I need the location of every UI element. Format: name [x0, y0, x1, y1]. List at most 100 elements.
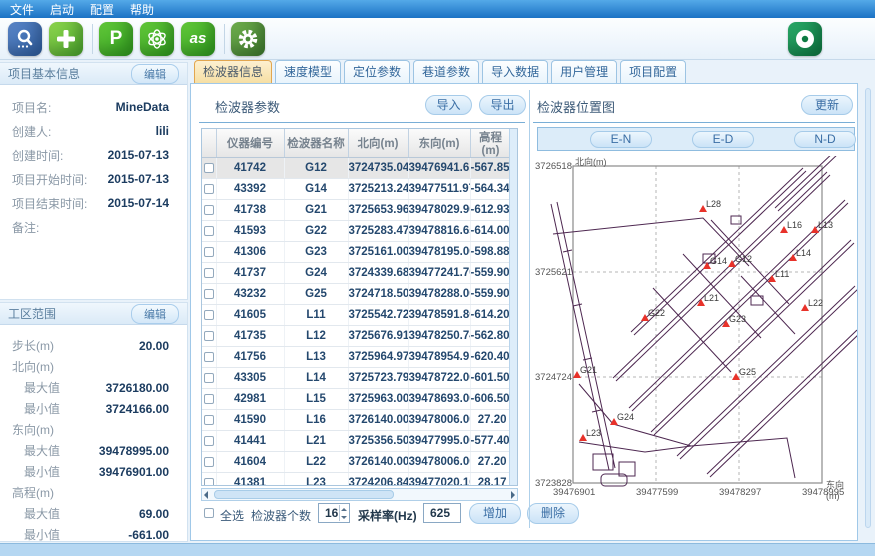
table-row[interactable]: 43392G143725213.2439477511.97-564.34 [202, 179, 511, 200]
field-value: lili [156, 124, 169, 138]
view-button-E-N[interactable]: E-N [590, 131, 652, 148]
table-row[interactable]: 41604L223726140.0039478006.0027.20 [202, 452, 511, 473]
tab-项目配置[interactable]: 项目配置 [620, 60, 686, 83]
detector-marker-label: G21 [580, 365, 597, 375]
table-cell: 41590 [216, 410, 284, 431]
y-tick-label: 3725621 [535, 267, 570, 278]
window-scrollbar[interactable] [865, 88, 871, 528]
gear-icon[interactable] [231, 22, 265, 56]
p-icon[interactable]: P [99, 22, 133, 56]
sample-rate-input[interactable]: 625 [423, 503, 461, 523]
table-vertical-scrollbar[interactable] [509, 129, 517, 485]
table-cell: G22 [284, 221, 348, 242]
tab-速度模型[interactable]: 速度模型 [275, 60, 341, 83]
table-row[interactable]: 41306G233725161.0039478195.00-598.88 [202, 242, 511, 263]
table-cell: -559.90 [470, 284, 511, 305]
workarea-panel: 工区范围 编辑 步长(m)20.00北向(m)最大值3726180.00最小值3… [0, 302, 188, 542]
row-checkbox[interactable] [204, 457, 214, 467]
row-checkbox[interactable] [204, 331, 214, 341]
record-icon[interactable] [788, 22, 822, 56]
row-checkbox[interactable] [204, 289, 214, 299]
table-row[interactable]: 42981L153725963.0039478693.00-606.50 [202, 389, 511, 410]
tab-content-panel: 检波器参数 导入 导出 仪器编号检波器名称北向(m)东向(m)高程(m) 417… [190, 83, 858, 541]
view-button-N-D[interactable]: N-D [794, 131, 856, 148]
field-label: 东向(m) [12, 421, 54, 438]
panel-divider [529, 90, 530, 528]
table-row[interactable]: 41381L233724206.8439477020.1028.17 [202, 473, 511, 487]
field-value: 20.00 [139, 339, 169, 353]
add-icon[interactable] [49, 22, 83, 56]
row-checkbox[interactable] [204, 205, 214, 215]
table-horizontal-scrollbar[interactable] [201, 488, 518, 501]
menu-item-4[interactable]: 帮助 [130, 1, 154, 18]
table-cell: 3725964.97 [348, 347, 408, 368]
menu-item-1[interactable]: 文件 [10, 1, 34, 18]
tab-巷道参数[interactable]: 巷道参数 [413, 60, 479, 83]
row-checkbox[interactable] [204, 352, 214, 362]
row-checkbox[interactable] [204, 373, 214, 383]
menu-item-2[interactable]: 启动 [50, 1, 74, 18]
table-cell: 39477241.70 [408, 263, 470, 284]
import-button[interactable]: 导入 [425, 95, 472, 115]
select-all-checkbox[interactable] [204, 508, 214, 518]
tab-检波器信息[interactable]: 检波器信息 [194, 60, 272, 83]
table-row[interactable]: 43305L143725723.7939478722.00-601.50 [202, 368, 511, 389]
field-label: 项目结束时间: [12, 195, 87, 212]
table-row[interactable]: 41605L113725542.7239478591.80-614.20 [202, 305, 511, 326]
row-checkbox[interactable] [204, 226, 214, 236]
menu-item-3[interactable]: 配置 [90, 1, 114, 18]
field-label: 创建时间: [12, 147, 63, 164]
tab-导入数据[interactable]: 导入数据 [482, 60, 548, 83]
detector-marker-label: G25 [739, 367, 756, 377]
tab-定位参数[interactable]: 定位参数 [344, 60, 410, 83]
detector-count-stepper[interactable]: 16 [318, 503, 350, 523]
row-checkbox[interactable] [204, 268, 214, 278]
table-cell: 3725676.91 [348, 326, 408, 347]
row-checkbox[interactable] [204, 415, 214, 425]
field-value: 3726180.00 [106, 381, 169, 395]
row-checkbox[interactable] [204, 394, 214, 404]
add-button[interactable]: 增加 [469, 503, 521, 524]
table-cell: G21 [284, 200, 348, 221]
table-row[interactable]: 41742G123724735.0439476941.61-567.85 [202, 158, 511, 179]
row-checkbox[interactable] [204, 247, 214, 257]
table-row[interactable]: 41735L123725676.9139478250.74-562.80 [202, 326, 511, 347]
stepper-arrows[interactable] [339, 505, 348, 521]
project-field: 项目名:MineData [0, 95, 187, 119]
atom-icon[interactable] [140, 22, 174, 56]
table-cell: 39478816.65 [408, 221, 470, 242]
table-cell: 39478195.00 [408, 242, 470, 263]
row-checkbox[interactable] [204, 478, 214, 486]
project-edit-button[interactable]: 编辑 [131, 64, 179, 84]
update-button[interactable]: 更新 [801, 95, 853, 115]
table-row[interactable]: 41593G223725283.4739478816.65-614.00 [202, 221, 511, 242]
scroll-right-arrow-icon[interactable] [511, 491, 515, 499]
table-cell: 39476941.61 [408, 158, 470, 179]
table-cell: 3725963.00 [348, 389, 408, 410]
table-cell: 41593 [216, 221, 284, 242]
view-button-E-D[interactable]: E-D [692, 131, 754, 148]
row-checkbox[interactable] [204, 310, 214, 320]
as-icon[interactable]: as [181, 22, 215, 56]
scroll-left-arrow-icon[interactable] [204, 491, 208, 499]
row-checkbox[interactable] [204, 184, 214, 194]
table-cell: 39478250.74 [408, 326, 470, 347]
table-row[interactable]: 41590L163726140.0039478006.0027.20 [202, 410, 511, 431]
table-row[interactable]: 41737G243724339.6839477241.70-559.90 [202, 263, 511, 284]
workarea-edit-button[interactable]: 编辑 [131, 304, 179, 324]
tab-用户管理[interactable]: 用户管理 [551, 60, 617, 83]
table-row[interactable]: 43232G253724718.5039478288.00-559.90 [202, 284, 511, 305]
export-button[interactable]: 导出 [479, 95, 526, 115]
delete-button[interactable]: 删除 [527, 503, 579, 524]
workarea-field: 最小值39476901.00 [0, 461, 187, 482]
search-icon[interactable] [8, 22, 42, 56]
content: 检波器信息速度模型定位参数巷道参数导入数据用户管理项目配置 检波器参数 导入 导… [190, 61, 875, 543]
table-row[interactable]: 41738G213725653.9639478029.90-612.93 [202, 200, 511, 221]
scrollbar-thumb[interactable] [214, 490, 394, 499]
row-checkbox[interactable] [204, 163, 214, 173]
table-row[interactable]: 41756L133725964.9739478954.91-620.40 [202, 347, 511, 368]
table-row[interactable]: 41441L213725356.5039477995.00-577.40 [202, 431, 511, 452]
row-checkbox[interactable] [204, 436, 214, 446]
workarea-title: 工区范围 [8, 305, 56, 322]
detector-position-map[interactable]: 北向(m) 东向(m) 3947690139477599394782973947… [535, 156, 857, 502]
